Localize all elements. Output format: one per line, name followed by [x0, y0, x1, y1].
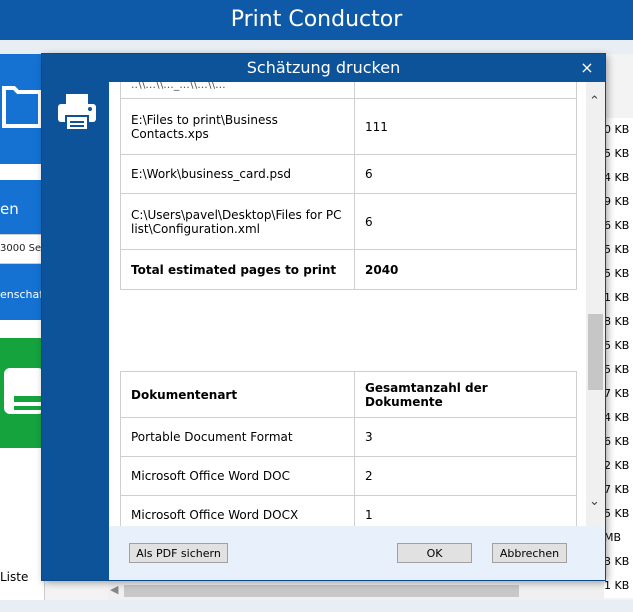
file-size: 3 KB — [604, 550, 633, 574]
file-size: MB — [604, 526, 633, 550]
file-path-cell: E:\Work\business_card.psd — [120, 154, 355, 194]
table-row: ..\\...\\..._...\\...\\... — [120, 82, 577, 99]
report-content: ..\\...\\..._...\\...\\... E:\Files to p… — [109, 82, 586, 526]
chevron-up-icon[interactable]: ⌃ — [589, 94, 600, 109]
printer-selector-value: 3000 Ser — [0, 243, 44, 254]
app-toolbar-strip — [0, 40, 633, 54]
table-header-row: Dokumentenart Gesamtanzahl der Dokumente — [120, 371, 577, 418]
file-size: 9 KB — [604, 190, 633, 214]
file-size: 1 KB — [604, 286, 633, 310]
file-size: 5 KB — [604, 502, 633, 526]
pages-cell — [354, 82, 577, 99]
dialog-side-panel — [42, 82, 109, 580]
settings-tile-label: en — [0, 200, 19, 218]
file-path-cell: ..\\...\\..._...\\...\\... — [120, 82, 355, 99]
add-files-tile[interactable] — [0, 54, 44, 164]
app-status-strip — [0, 600, 633, 612]
list-label: Liste — [0, 570, 29, 584]
printer-selector[interactable]: 3000 Ser — [0, 234, 44, 264]
doc-count-cell: 3 — [354, 417, 577, 457]
printer-icon — [4, 368, 44, 414]
doc-type-cell: Microsoft Office Word DOCX — [120, 495, 355, 526]
properties-label: enschaf — [0, 288, 44, 301]
scrollbar-thumb[interactable] — [124, 585, 519, 597]
document-type-table: Dokumentenart Gesamtanzahl der Dokumente… — [120, 371, 577, 526]
file-path-cell: C:\Users\pavel\Desktop\Files for PC list… — [120, 193, 355, 250]
file-size: 0 KB — [604, 118, 633, 142]
column-header-count: Gesamtanzahl der Dokumente — [354, 371, 577, 418]
doc-count-cell: 1 — [354, 495, 577, 526]
file-size: 5 KB — [604, 238, 633, 262]
total-value: 2040 — [354, 249, 577, 290]
file-size: 5 KB — [604, 262, 633, 286]
table-row: E:\Work\business_card.psd 6 — [120, 154, 577, 194]
file-size-column: 0 KB 5 KB 4 KB 9 KB 6 KB 5 KB 5 KB 1 KB … — [604, 118, 633, 598]
doc-type-cell: Portable Document Format — [120, 417, 355, 457]
file-size: 7 KB — [604, 382, 633, 406]
page-estimate-table: ..\\...\\..._...\\...\\... E:\Files to p… — [120, 82, 577, 290]
ok-button[interactable]: OK — [397, 543, 472, 563]
dialog-footer: Als PDF sichern OK Abbrechen — [109, 526, 605, 580]
scrollbar-thumb[interactable] — [588, 314, 603, 390]
file-size: 6 KB — [604, 214, 633, 238]
total-row: Total estimated pages to print 2040 — [120, 249, 577, 290]
file-path-cell: E:\Files to print\Business Contacts.xps — [120, 98, 355, 155]
start-print-tile[interactable] — [0, 338, 44, 448]
table-row: E:\Files to print\Business Contacts.xps … — [120, 98, 577, 155]
chevron-down-icon[interactable]: ⌄ — [589, 494, 600, 509]
app-horizontal-scrollbar[interactable]: ◀ — [108, 580, 604, 601]
table-row: Portable Document Format 3 — [120, 417, 577, 457]
file-size: 6 KB — [604, 430, 633, 454]
list-panel: Liste — [0, 460, 45, 600]
dialog-title: Schätzung drucken — [42, 54, 605, 82]
file-size: 4 KB — [604, 406, 633, 430]
doc-count-cell: 2 — [354, 456, 577, 496]
file-size: 5 KB — [604, 358, 633, 382]
table-row: Microsoft Office Word DOCX 1 — [120, 495, 577, 526]
table-row: C:\Users\pavel\Desktop\Files for PC list… — [120, 193, 577, 250]
file-size: 1 KB — [604, 574, 633, 598]
file-size: 5 KB — [604, 334, 633, 358]
file-size: 8 KB — [604, 310, 633, 334]
file-size: 5 KB — [604, 142, 633, 166]
app-title-bar: Print Conductor — [0, 0, 633, 40]
report-vertical-scrollbar[interactable]: ⌃ ⌄ — [586, 82, 605, 526]
file-size: 7 KB — [604, 478, 633, 502]
pages-cell: 111 — [354, 98, 577, 155]
printer-icon — [58, 94, 96, 131]
pages-cell: 6 — [354, 193, 577, 250]
estimate-dialog: Schätzung drucken × ..\\...\\..._...\\..… — [42, 54, 605, 580]
table-row: Microsoft Office Word DOC 2 — [120, 456, 577, 496]
folder-icon — [2, 86, 42, 128]
file-size: 4 KB — [604, 166, 633, 190]
close-icon[interactable]: × — [579, 54, 595, 82]
column-header-type: Dokumentenart — [120, 371, 355, 418]
file-size: 2 KB — [604, 454, 633, 478]
total-label: Total estimated pages to print — [120, 249, 355, 290]
save-pdf-button[interactable]: Als PDF sichern — [129, 543, 228, 563]
doc-type-cell: Microsoft Office Word DOC — [120, 456, 355, 496]
scroll-left-icon[interactable]: ◀ — [110, 583, 118, 596]
cancel-button[interactable]: Abbrechen — [492, 543, 567, 563]
pages-cell: 6 — [354, 154, 577, 194]
